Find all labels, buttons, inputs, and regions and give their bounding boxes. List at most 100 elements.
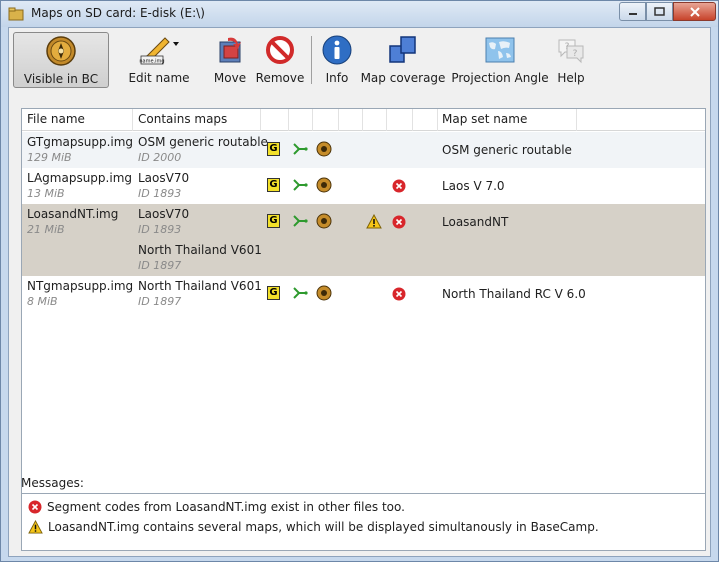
messages-box[interactable]: Segment codes from LoasandNT.img exist i… — [21, 493, 706, 551]
basecamp-icon — [316, 177, 332, 193]
messages-label: Messages: — [21, 476, 84, 490]
close-button[interactable] — [673, 2, 716, 21]
svg-text:?: ? — [573, 49, 578, 59]
map-id: ID 2000 — [138, 151, 182, 164]
map-id: ID 1897 — [138, 295, 182, 308]
message-item: LoasandNT.img contains several maps, whi… — [28, 518, 599, 536]
main-window: Maps on SD card: E-disk (E:\) Visible in… — [0, 0, 719, 562]
col-contains-maps-header[interactable]: Contains maps — [138, 112, 227, 126]
remove-button[interactable]: Remove — [255, 32, 305, 88]
map-set-name: North Thailand RC V 6.0 — [442, 287, 586, 301]
table-row[interactable]: NTgmapsupp.img 8 MiB North Thailand V601… — [22, 276, 705, 312]
garmin-g-icon: G — [267, 142, 280, 156]
minimize-button[interactable] — [619, 2, 646, 21]
map-coverage-icon — [389, 36, 416, 63]
dialog-client: Visible in BC name.img Edit name Move Re… — [8, 27, 711, 557]
move-button[interactable]: Move — [209, 32, 251, 88]
error-icon — [392, 215, 406, 229]
file-size: 13 MiB — [27, 187, 65, 200]
map-id: ID 1893 — [138, 187, 182, 200]
edit-name-label: Edit name — [128, 71, 190, 85]
column-divider — [338, 109, 339, 131]
help-button[interactable]: ? ? Help — [553, 32, 589, 88]
map-name: LaosV70 — [138, 207, 190, 221]
warning-icon — [366, 214, 382, 229]
basecamp-icon — [316, 285, 332, 301]
column-divider — [288, 109, 289, 131]
error-icon — [28, 500, 42, 514]
svg-text:?: ? — [565, 42, 570, 52]
file-name: NTgmapsupp.img — [27, 279, 134, 293]
routable-icon — [293, 215, 308, 227]
map-name: OSM generic routable — [138, 135, 268, 149]
title-bar[interactable]: Maps on SD card: E-disk (E:\) — [1, 1, 718, 27]
remove-label: Remove — [255, 71, 305, 85]
map-set-name: OSM generic routable — [442, 143, 572, 157]
column-divider — [386, 109, 387, 131]
help-label: Help — [557, 71, 585, 85]
world-map-icon — [485, 37, 515, 63]
file-name: LoasandNT.img — [27, 207, 119, 221]
map-name: North Thailand V601 — [138, 243, 262, 257]
file-name: GTgmapsupp.img — [27, 135, 134, 149]
column-divider — [362, 109, 363, 131]
garmin-g-icon: G — [267, 214, 280, 228]
maximize-icon — [654, 7, 665, 16]
remove-icon — [266, 36, 294, 64]
col-map-set-name-header[interactable]: Map set name — [442, 112, 527, 126]
file-size: 129 MiB — [27, 151, 72, 164]
maps-table[interactable]: File name Contains maps Map set name GTg… — [21, 108, 706, 497]
visible-in-bc-button[interactable]: Visible in BC — [13, 32, 109, 88]
basecamp-visible-icon — [46, 36, 76, 66]
map-set-name: LoasandNT — [442, 215, 509, 229]
map-name: North Thailand V601 — [138, 279, 262, 293]
projection-angle-label: Projection Angle — [451, 71, 549, 85]
minimize-icon — [628, 12, 637, 15]
folder-app-icon — [8, 7, 24, 21]
garmin-g-icon: G — [267, 178, 280, 192]
error-icon — [392, 287, 406, 301]
table-row[interactable]: GTgmapsupp.img 129 MiB OSM generic routa… — [22, 132, 705, 168]
table-row[interactable]: LAgmapsupp.img 13 MiB LaosV70 ID 1893 G … — [22, 168, 705, 204]
column-divider — [312, 109, 313, 131]
routable-icon — [293, 143, 308, 155]
info-label: Info — [325, 71, 349, 85]
projection-angle-button[interactable]: Projection Angle — [451, 32, 549, 88]
info-icon — [322, 35, 352, 65]
error-icon — [392, 179, 406, 193]
map-coverage-button[interactable]: Map coverage — [360, 32, 446, 88]
column-divider — [576, 109, 577, 131]
edit-name-button[interactable]: name.img Edit name — [127, 32, 191, 88]
help-icon: ? ? — [558, 39, 584, 64]
maximize-button[interactable] — [646, 2, 673, 21]
basecamp-icon — [316, 141, 332, 157]
column-divider — [260, 109, 261, 131]
message-text: LoasandNT.img contains several maps, whi… — [48, 520, 599, 534]
move-file-icon — [219, 37, 241, 63]
visible-in-bc-label: Visible in BC — [23, 72, 99, 86]
routable-icon — [293, 287, 308, 299]
column-divider — [132, 109, 133, 131]
info-button[interactable]: Info — [319, 32, 355, 88]
map-name: LaosV70 — [138, 171, 190, 185]
file-size: 8 MiB — [27, 295, 58, 308]
basecamp-icon — [316, 213, 332, 229]
toolbar: Visible in BC name.img Edit name Move Re… — [9, 28, 710, 92]
col-file-name-header[interactable]: File name — [27, 112, 85, 126]
table-row-selected[interactable]: LoasandNT.img 21 MiB LaosV70 ID 1893 Nor… — [22, 204, 705, 276]
map-coverage-label: Map coverage — [360, 71, 446, 85]
routable-icon — [293, 179, 308, 191]
close-icon — [689, 6, 700, 17]
map-set-name: Laos V 7.0 — [442, 179, 505, 193]
message-item: Segment codes from LoasandNT.img exist i… — [28, 498, 405, 516]
svg-text:name.img: name.img — [139, 59, 164, 65]
map-id: ID 1897 — [138, 259, 182, 272]
table-header: File name Contains maps Map set name — [22, 109, 705, 131]
edit-name-pencil-icon: name.img — [139, 37, 179, 65]
message-text: Segment codes from LoasandNT.img exist i… — [47, 500, 405, 514]
column-divider — [412, 109, 413, 131]
move-label: Move — [213, 71, 247, 85]
map-id: ID 1893 — [138, 223, 182, 236]
column-divider — [437, 109, 438, 131]
file-size: 21 MiB — [27, 223, 65, 236]
